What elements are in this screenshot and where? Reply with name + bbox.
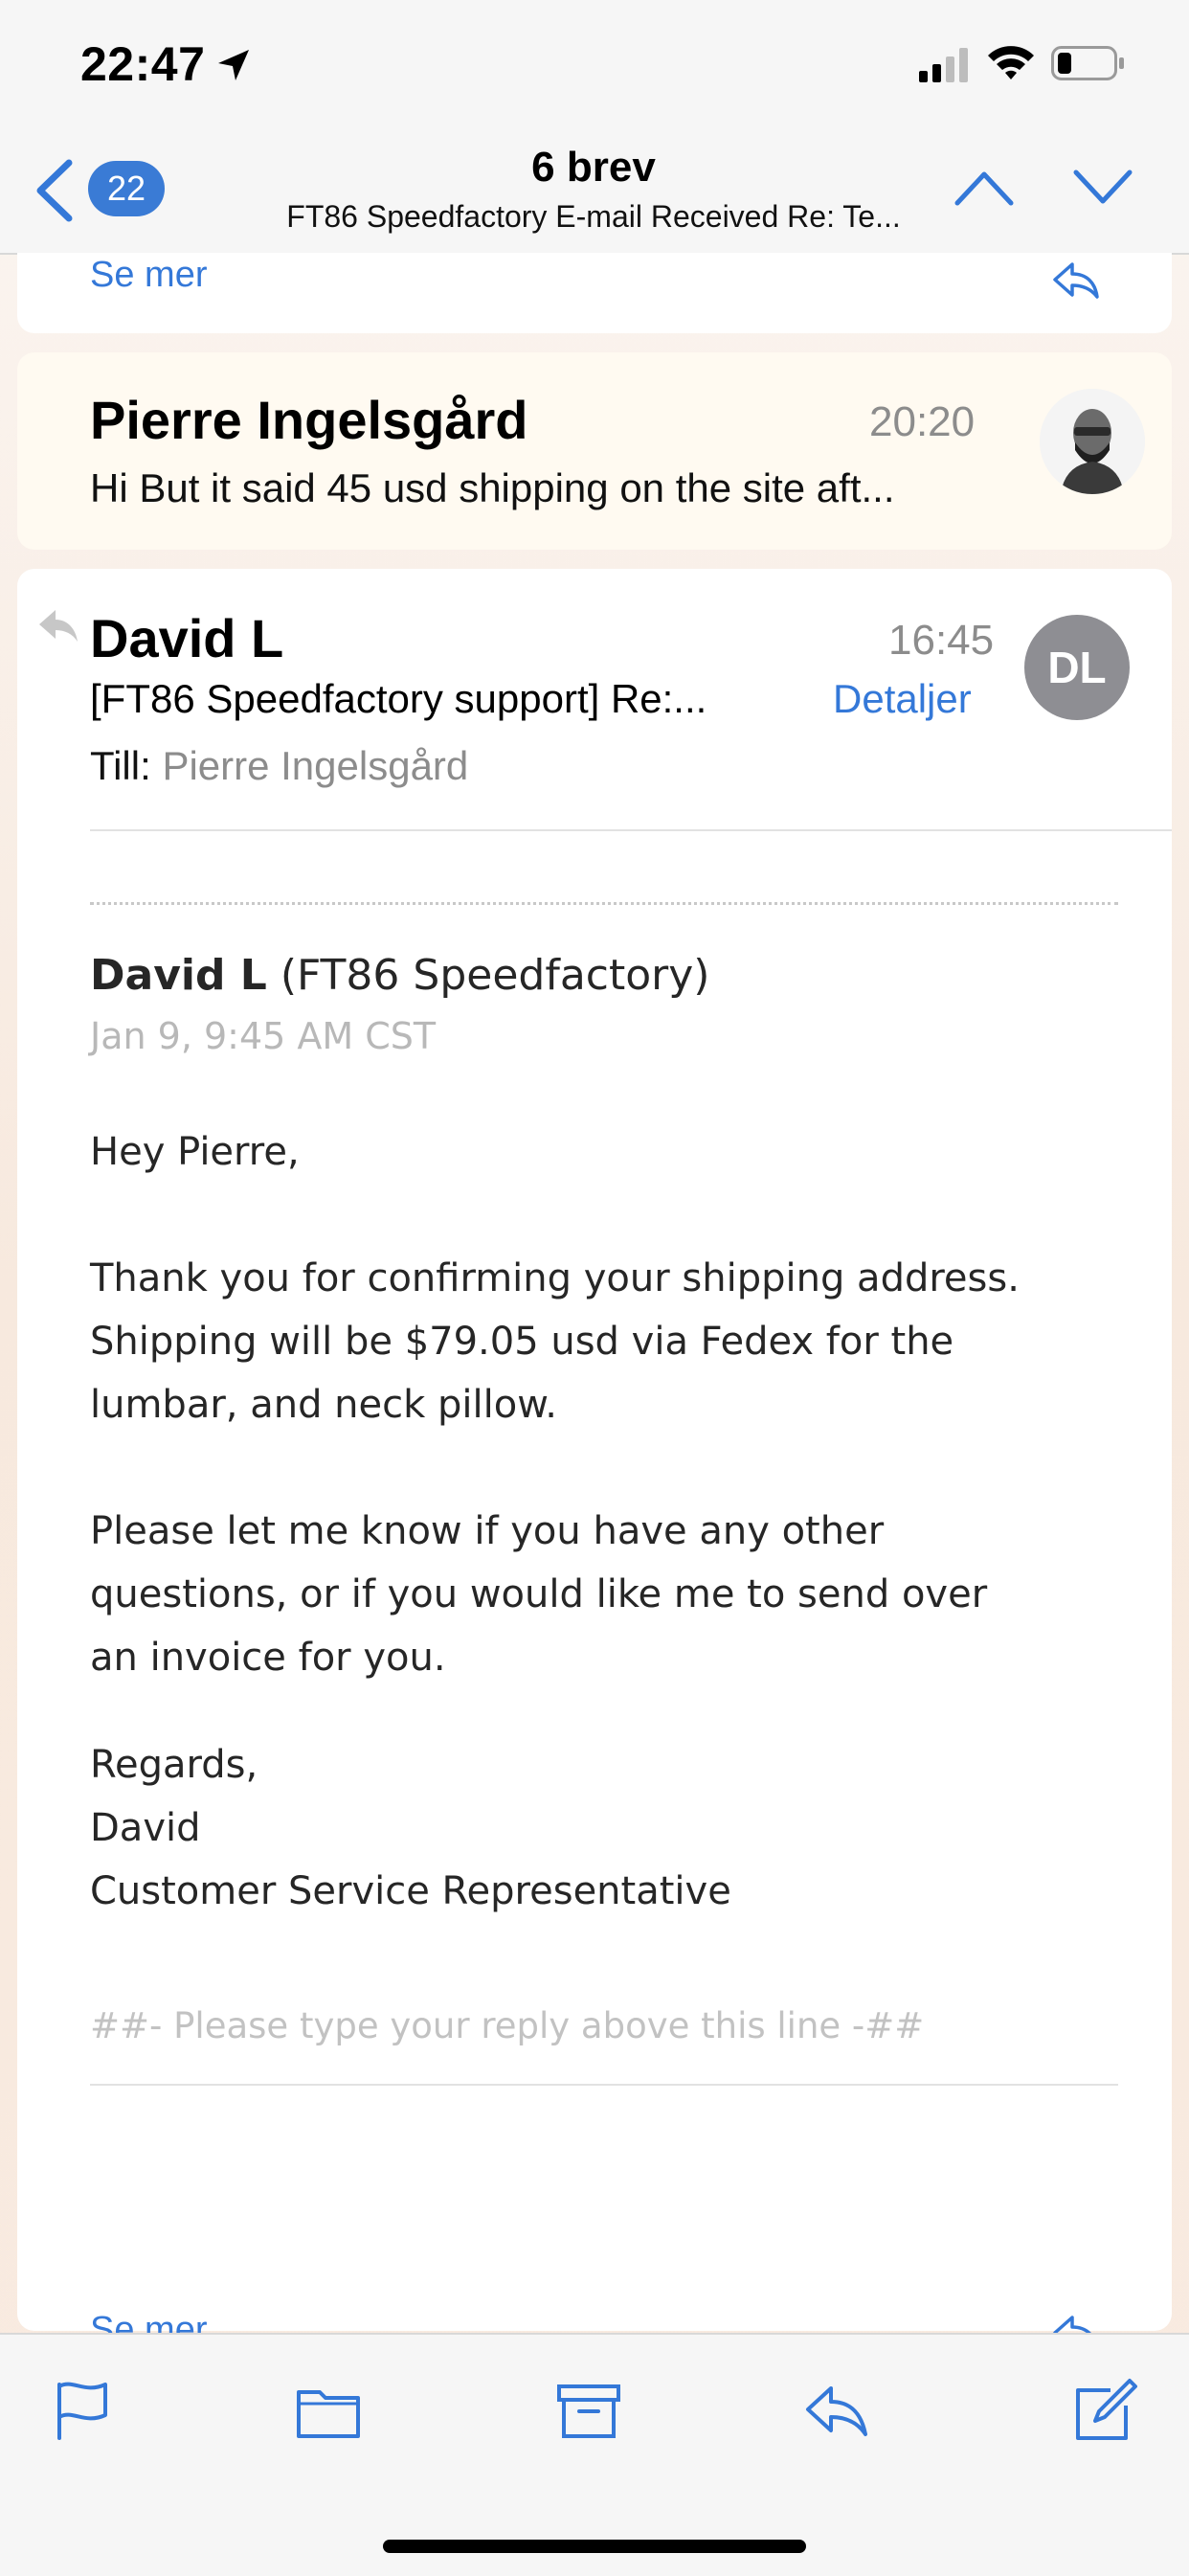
- signature-line: Regards,: [90, 1743, 258, 1787]
- see-more-link[interactable]: Se mer: [90, 255, 207, 296]
- greeting: Hey Pierre,: [90, 1130, 300, 1174]
- reply-icon[interactable]: [802, 2377, 869, 2444]
- flag-icon[interactable]: [50, 2377, 117, 2444]
- message-subject: [FT86 Speedfactory support] Re:...: [90, 676, 707, 721]
- body-line: Shipping will be $79.05 usd via Fedex fo…: [90, 1320, 954, 1364]
- folder-icon[interactable]: [295, 2377, 362, 2444]
- message-date: Jan 9, 9:45 AM CST: [90, 1015, 437, 1057]
- body-line: Please let me know if you have any other: [90, 1509, 885, 1553]
- sender-avatar: DL: [1024, 615, 1130, 720]
- status-time: 22:47: [80, 37, 206, 91]
- reply-above-marker: ##- Please type your reply above this li…: [90, 2005, 925, 2046]
- details-link[interactable]: Detaljer: [833, 676, 972, 722]
- status-bar: 22:47: [0, 0, 1189, 126]
- previous-message-chevron-icon[interactable]: [953, 169, 1015, 207]
- author-org: (FT86 Speedfactory): [280, 951, 710, 1000]
- body-line: Thank you for confirming your shipping a…: [90, 1256, 1020, 1300]
- header-divider: [90, 829, 1172, 831]
- sender-avatar: [1040, 389, 1145, 494]
- home-indicator[interactable]: [383, 2540, 806, 2553]
- replied-indicator-icon: [39, 610, 78, 642]
- reply-marker-divider: [90, 2084, 1118, 2086]
- message-preview: Hi But it said 45 usd shipping on the si…: [90, 465, 895, 510]
- body-line: lumbar, and neck pillow.: [90, 1383, 557, 1427]
- to-label: Till:: [90, 743, 151, 788]
- body-line: an invoice for you.: [90, 1636, 446, 1680]
- author-name: David L: [90, 951, 267, 1000]
- location-arrow-icon: [218, 50, 249, 80]
- dotted-divider: [90, 902, 1118, 905]
- compose-icon[interactable]: [1072, 2377, 1139, 2444]
- message-time: 20:20: [869, 398, 976, 445]
- author-line: David L (FT86 Speedfactory): [90, 944, 1124, 1007]
- sender-name: Pierre Ingelsgård: [90, 390, 528, 450]
- cellular-signal-icon: [919, 48, 968, 82]
- next-message-chevron-icon[interactable]: [1072, 169, 1133, 207]
- signature-line: Customer Service Representative: [90, 1869, 731, 1913]
- archive-icon[interactable]: [555, 2377, 622, 2444]
- wifi-icon: [988, 46, 1034, 79]
- battery-icon: [1051, 46, 1124, 80]
- open-message-card: David L 16:45 DL [FT86 Speedfactory supp…: [17, 569, 1172, 2352]
- recipient-name[interactable]: Pierre Ingelsgård: [162, 743, 468, 788]
- reply-icon[interactable]: [1051, 260, 1101, 301]
- navigation-bar: 22 6 brev FT86 Speedfactory E-mail Recei…: [0, 126, 1189, 255]
- recipient-line: Till: Pierre Ingelsgård: [90, 743, 468, 789]
- body-line: questions, or if you would like me to se…: [90, 1572, 988, 1616]
- thread-subject: FT86 Speedfactory E-mail Received Re: Te…: [286, 199, 901, 234]
- thread-title: 6 brev: [531, 144, 656, 191]
- collapsed-message-card[interactable]: Pierre Ingelsgård 20:20 Hi But it said 4…: [17, 352, 1172, 550]
- sender-name: David L: [90, 608, 284, 668]
- unread-count-badge[interactable]: 22: [88, 161, 165, 216]
- previous-message-card: Se mer: [17, 253, 1172, 333]
- signature-line: David: [90, 1806, 201, 1850]
- person-photo-icon: [1040, 389, 1145, 494]
- bottom-toolbar: [0, 2333, 1189, 2576]
- message-time: 16:45: [888, 617, 995, 664]
- back-chevron-icon[interactable]: [33, 159, 75, 222]
